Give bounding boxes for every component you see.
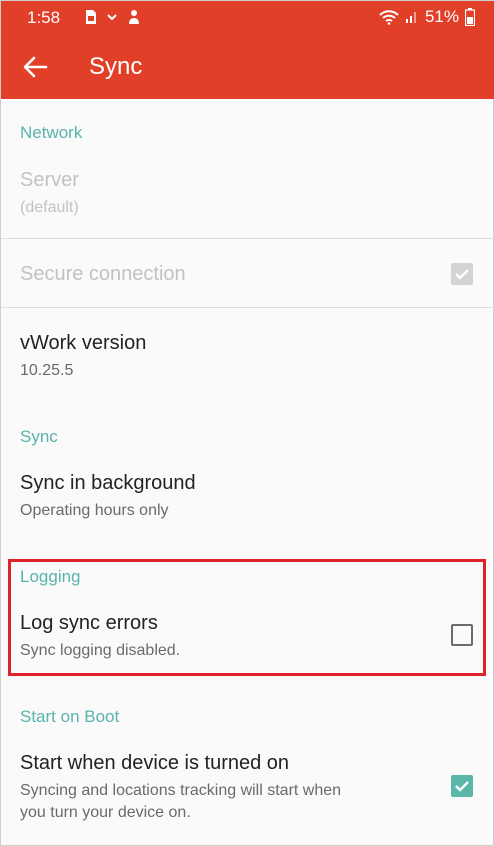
pref-version-value: 10.25.5 xyxy=(20,362,74,379)
divider xyxy=(1,238,494,239)
chevron-down-icon xyxy=(107,14,117,21)
screen: 1:58 51% Sync Network Server (default) S… xyxy=(0,0,494,846)
page-title: Sync xyxy=(89,53,143,80)
pref-version-title: vWork version xyxy=(20,332,147,354)
pref-start-summary-line2: you turn your device on. xyxy=(20,804,191,821)
check-icon xyxy=(455,269,469,280)
status-time: 1:58 xyxy=(27,8,61,27)
status-right: 51% xyxy=(379,7,475,27)
pref-start-summary-line1: Syncing and locations tracking will star… xyxy=(20,782,342,799)
pref-sync-background-title: Sync in background xyxy=(20,472,196,494)
battery-icon xyxy=(465,8,475,26)
divider xyxy=(1,307,494,308)
start-on-boot-checkbox[interactable] xyxy=(451,775,473,797)
signal-icon xyxy=(405,12,416,23)
pref-secure-title: Secure connection xyxy=(20,263,186,285)
section-header-sync: Sync xyxy=(20,427,58,446)
sim-card-icon xyxy=(86,10,96,24)
app-bar: Sync xyxy=(1,35,494,99)
pref-server-title: Server xyxy=(20,169,79,191)
pref-sync-background-summary: Operating hours only xyxy=(20,502,169,519)
status-left-icons xyxy=(85,9,141,25)
secure-connection-checkbox[interactable] xyxy=(451,263,473,285)
wifi-icon xyxy=(379,10,399,25)
notification-icon xyxy=(129,10,139,24)
battery-percent: 51% xyxy=(424,7,459,26)
highlight-box xyxy=(8,559,486,676)
check-icon xyxy=(455,781,469,792)
pref-server-summary: (default) xyxy=(20,199,79,216)
section-header-network: Network xyxy=(20,123,83,142)
status-bar: 1:58 51% xyxy=(1,1,494,35)
pref-start-title: Start when device is turned on xyxy=(20,752,290,774)
section-header-start-on-boot: Start on Boot xyxy=(20,707,120,726)
arrow-left-icon[interactable] xyxy=(21,53,49,81)
